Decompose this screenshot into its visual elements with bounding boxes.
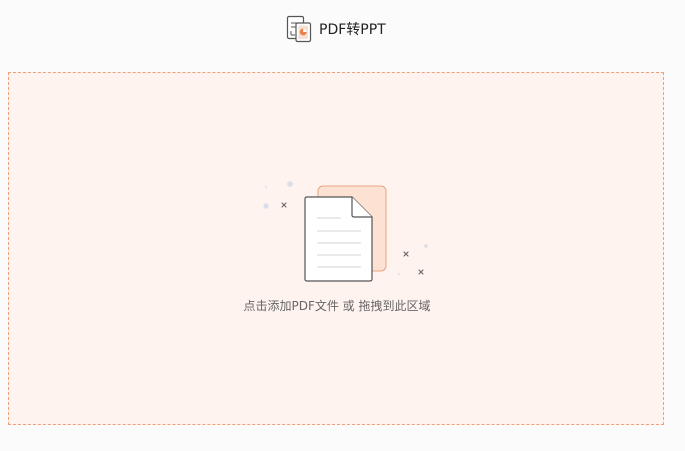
header: PDF转PPT xyxy=(0,0,685,60)
title-bar: PDF转PPT xyxy=(286,15,386,43)
document-illustration xyxy=(263,181,428,282)
drop-hint-text: 点击添加PDF文件 或 拖拽到此区域 xyxy=(243,299,431,313)
pdf-to-ppt-icon xyxy=(286,15,312,43)
page-title: PDF转PPT xyxy=(319,22,386,38)
file-drop-zone[interactable]: 点击添加PDF文件 或 拖拽到此区域 xyxy=(8,72,664,425)
